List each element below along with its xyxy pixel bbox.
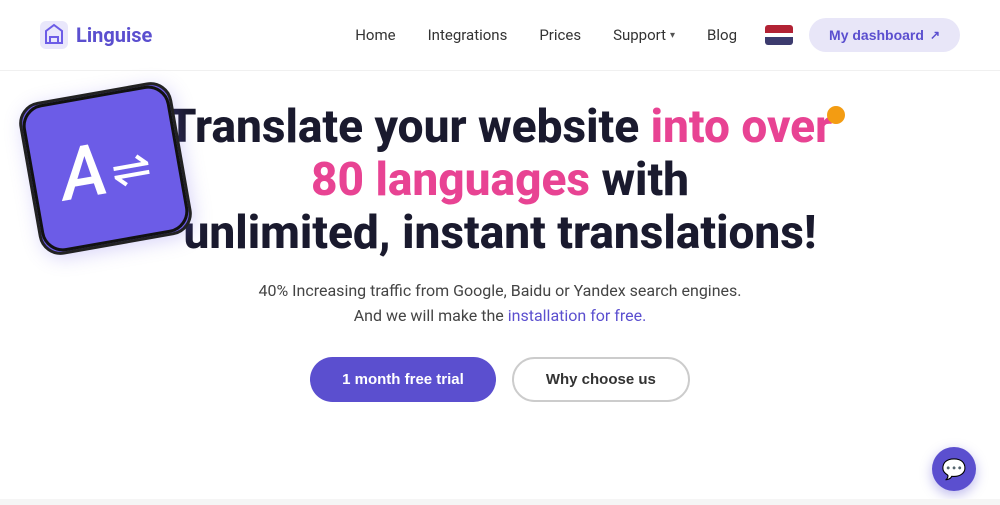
logo-icon [40, 21, 68, 49]
translate-card: A ⇌ [16, 79, 196, 259]
navbar: Linguise Home Integrations Prices Suppor… [0, 0, 1000, 71]
chat-button[interactable]: 💬 [932, 447, 976, 491]
installation-link[interactable]: installation for free. [508, 306, 647, 325]
logo[interactable]: Linguise [40, 21, 152, 49]
nav-home[interactable]: Home [355, 26, 395, 44]
nav-integrations[interactable]: Integrations [428, 26, 508, 44]
logo-label: Linguise [76, 23, 152, 47]
subtitle-line1: 40% Increasing traffic from Google, Baid… [258, 281, 741, 300]
nav-prices[interactable]: Prices [539, 26, 581, 44]
hero-subtitle: 40% Increasing traffic from Google, Baid… [258, 278, 741, 329]
headline-part1: Translate your website [168, 100, 651, 154]
nav-support[interactable]: Support ▾ [613, 26, 675, 44]
chevron-down-icon: ▾ [670, 30, 675, 41]
flag-blue-stripe [765, 37, 793, 45]
letter-a: A [55, 133, 113, 212]
translate-arrow-icon: ⇌ [107, 142, 155, 196]
subtitle-line2: And we will make the [354, 306, 508, 325]
flag-red-stripe [765, 25, 793, 33]
bottom-bar [0, 499, 1000, 505]
chat-icon: 💬 [942, 457, 967, 481]
dashboard-button-label: My dashboard [829, 27, 924, 43]
external-link-icon: ↗ [930, 28, 940, 42]
nav-links: Home Integrations Prices Support ▾ Blog [355, 26, 737, 44]
hero-headline: Translate your website into over80 langu… [168, 101, 833, 260]
why-choose-us-button[interactable]: Why choose us [512, 357, 690, 402]
nav-blog[interactable]: Blog [707, 26, 737, 44]
cta-buttons: 1 month free trial Why choose us [310, 357, 690, 402]
hero-section: A ⇌ Translate your website into over80 l… [0, 71, 1000, 402]
language-flag[interactable] [765, 25, 793, 45]
decoration-dot [827, 106, 845, 124]
translate-symbol: A ⇌ [55, 125, 157, 212]
free-trial-button[interactable]: 1 month free trial [310, 357, 496, 402]
dashboard-button[interactable]: My dashboard ↗ [809, 18, 960, 52]
